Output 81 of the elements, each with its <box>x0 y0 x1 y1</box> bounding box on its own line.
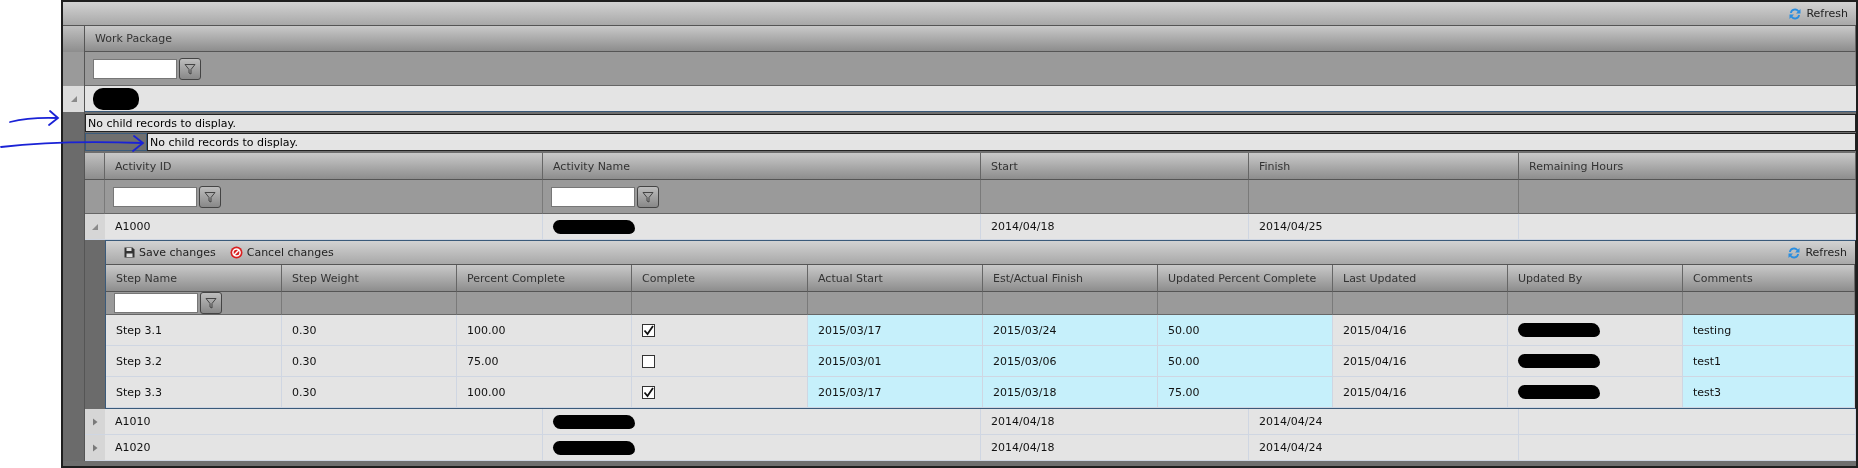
table-cell: A1000 <box>105 214 543 240</box>
table-cell: 2014/04/25 <box>1249 214 1519 240</box>
filter-icon <box>184 62 196 75</box>
collapsed-triangle-icon[interactable] <box>91 417 99 426</box>
table-cell: 2015/04/16 <box>1333 346 1508 377</box>
table-cell: 0.30 <box>282 377 457 408</box>
refresh-icon <box>1787 245 1802 260</box>
filter-icon <box>205 297 217 309</box>
table-cell: testing <box>1683 315 1855 346</box>
refresh-icon <box>1788 6 1803 21</box>
expanded-triangle-icon[interactable] <box>69 95 78 103</box>
table-cell: 100.00 <box>457 315 632 346</box>
refresh-button[interactable]: Refresh <box>1786 6 1850 21</box>
filter-button[interactable] <box>199 185 221 208</box>
filter-icon <box>642 190 654 203</box>
empty-message: No child records to display. <box>147 133 1856 151</box>
column-header[interactable]: Last Updated <box>1333 265 1508 292</box>
cancel-icon <box>229 246 243 259</box>
checkbox[interactable] <box>642 323 655 337</box>
table-cell: 75.00 <box>1158 377 1333 408</box>
table-cell: 100.00 <box>457 377 632 408</box>
table-cell: test1 <box>1683 346 1855 377</box>
table-cell: 50.00 <box>1158 346 1333 377</box>
filter-button[interactable] <box>179 57 201 80</box>
table-cell: 50.00 <box>1158 315 1333 346</box>
column-header[interactable]: Updated By <box>1508 265 1683 292</box>
hand-drawn-arrow <box>9 110 60 126</box>
column-header[interactable]: Complete <box>632 265 808 292</box>
table-cell: 2014/04/18 <box>981 214 1249 240</box>
table-cell: Step 3.3 <box>106 377 282 408</box>
column-header[interactable]: Percent Complete <box>457 265 632 292</box>
filter-field[interactable] <box>551 186 635 207</box>
save-icon <box>124 247 135 258</box>
row-header-cell <box>85 153 105 180</box>
table-cell: 2015/03/17 <box>808 377 983 408</box>
column-header[interactable]: Finish <box>1249 153 1519 180</box>
table-cell: 2014/04/18 <box>981 435 1249 461</box>
filter-field[interactable] <box>113 186 197 207</box>
table-cell: test3 <box>1683 377 1855 408</box>
column-header[interactable]: Work Package <box>85 26 1856 52</box>
redaction-mark <box>93 87 139 110</box>
save-button[interactable]: Save changes <box>122 246 218 259</box>
table-cell: 2015/03/18 <box>983 377 1158 408</box>
filter-button[interactable] <box>637 185 659 208</box>
column-header[interactable]: Updated Percent Complete <box>1158 265 1333 292</box>
table-cell: 0.30 <box>282 315 457 346</box>
table-cell: 75.00 <box>457 346 632 377</box>
filter-icon <box>204 190 216 203</box>
table-cell: 2014/04/18 <box>981 409 1249 435</box>
table-cell: 2015/03/01 <box>808 346 983 377</box>
filter-field[interactable] <box>93 58 177 79</box>
filter-field[interactable] <box>114 293 198 313</box>
table-cell: 2015/03/17 <box>808 315 983 346</box>
refresh-button[interactable]: Refresh <box>1785 245 1849 260</box>
column-header[interactable]: Step Weight <box>282 265 457 292</box>
column-header[interactable]: Remaining Hours <box>1519 153 1856 180</box>
table-cell: 2015/03/24 <box>983 315 1158 346</box>
checkbox[interactable] <box>642 354 655 368</box>
column-header[interactable]: Activity Name <box>543 153 981 180</box>
table-cell: A1020 <box>105 435 543 461</box>
filter-button[interactable] <box>200 292 222 314</box>
table-cell: 0.30 <box>282 346 457 377</box>
table-cell: 2014/04/24 <box>1249 409 1519 435</box>
cancel-button[interactable]: Cancel changes <box>227 246 336 259</box>
column-header[interactable]: Comments <box>1683 265 1855 292</box>
column-header[interactable]: Est/Actual Finish <box>983 265 1158 292</box>
checkbox[interactable] <box>642 385 655 399</box>
column-header[interactable]: Step Name <box>106 265 282 292</box>
table-cell: 2014/04/24 <box>1249 435 1519 461</box>
table-cell: Step 3.2 <box>106 346 282 377</box>
column-header[interactable]: Activity ID <box>105 153 543 180</box>
table-cell: 2015/04/16 <box>1333 377 1508 408</box>
expanded-triangle-icon[interactable] <box>91 222 99 231</box>
column-header[interactable]: Start <box>981 153 1249 180</box>
empty-message: No child records to display. <box>85 114 1856 132</box>
table-cell: 2015/03/06 <box>983 346 1158 377</box>
table-cell: A1010 <box>105 409 543 435</box>
column-header[interactable]: Actual Start <box>808 265 983 292</box>
table-cell: 2015/04/16 <box>1333 315 1508 346</box>
table-cell: Step 3.1 <box>106 315 282 346</box>
collapsed-triangle-icon[interactable] <box>91 443 99 452</box>
